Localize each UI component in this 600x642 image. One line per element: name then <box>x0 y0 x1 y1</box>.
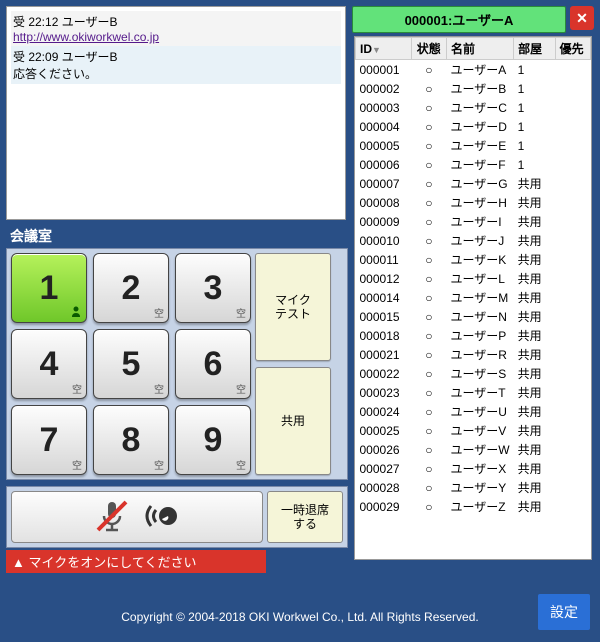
chat-log[interactable]: 受 22:12 ユーザーB http://www.okiworkwel.co.j… <box>6 6 346 220</box>
room-3-button[interactable]: 3空 <box>175 253 251 323</box>
table-row[interactable]: 000028○ユーザーY共用 <box>356 478 591 497</box>
col-name[interactable]: 名前 <box>446 38 513 60</box>
vacant-label: 空 <box>154 381 164 396</box>
table-row[interactable]: 000021○ユーザーR共用 <box>356 345 591 364</box>
table-row[interactable]: 000014○ユーザーM共用 <box>356 288 591 307</box>
user-list[interactable]: ID▼ 状態 名前 部屋 優先 000001○ユーザーA1000002○ユーザー… <box>354 36 592 560</box>
mic-test-button[interactable]: マイク テスト <box>255 253 331 361</box>
table-row[interactable]: 000022○ユーザーS共用 <box>356 364 591 383</box>
table-row[interactable]: 000025○ユーザーV共用 <box>356 421 591 440</box>
leave-button[interactable]: 一時退席 する <box>267 491 343 543</box>
table-row[interactable]: 000004○ユーザーD1 <box>356 117 591 136</box>
table-row[interactable]: 000012○ユーザーL共用 <box>356 269 591 288</box>
vacant-label: 空 <box>236 381 246 396</box>
room-6-button[interactable]: 6空 <box>175 329 251 399</box>
sort-desc-icon: ▼ <box>372 45 381 55</box>
table-row[interactable]: 000006○ユーザーF1 <box>356 155 591 174</box>
room-4-button[interactable]: 4空 <box>11 329 87 399</box>
keypad-area: 12空3空 4空5空6空 7空8空9空 マイク テスト 共用 <box>6 248 348 480</box>
room-5-button[interactable]: 5空 <box>93 329 169 399</box>
shared-room-button[interactable]: 共用 <box>255 367 331 475</box>
col-id[interactable]: ID▼ <box>356 38 412 60</box>
col-status[interactable]: 状態 <box>411 38 446 60</box>
table-row[interactable]: 000015○ユーザーN共用 <box>356 307 591 326</box>
close-button[interactable]: ✕ <box>570 6 594 30</box>
settings-button[interactable]: 設定 <box>538 594 590 630</box>
section-title: 会議室 <box>6 224 348 248</box>
mic-toggle-button[interactable] <box>11 491 263 543</box>
table-row[interactable]: 000005○ユーザーE1 <box>356 136 591 155</box>
table-row[interactable]: 000003○ユーザーC1 <box>356 98 591 117</box>
col-priority[interactable]: 優先 <box>555 38 590 60</box>
chat-msg-body: 応答ください。 <box>13 65 339 82</box>
table-row[interactable]: 000023○ユーザーT共用 <box>356 383 591 402</box>
room-1-button[interactable]: 1 <box>11 253 87 323</box>
vacant-label: 空 <box>236 457 246 472</box>
vacant-label: 空 <box>236 305 246 320</box>
table-row[interactable]: 000018○ユーザーP共用 <box>356 326 591 345</box>
vacant-label: 空 <box>72 381 82 396</box>
table-row[interactable]: 000029○ユーザーZ共用 <box>356 497 591 516</box>
chat-msg-header: 受 22:12 ユーザーB <box>13 13 339 30</box>
table-row[interactable]: 000008○ユーザーH共用 <box>356 193 591 212</box>
table-row[interactable]: 000009○ユーザーI共用 <box>356 212 591 231</box>
person-icon <box>70 305 82 320</box>
table-row[interactable]: 000007○ユーザーG共用 <box>356 174 591 193</box>
col-room[interactable]: 部屋 <box>514 38 556 60</box>
table-row[interactable]: 000010○ユーザーJ共用 <box>356 231 591 250</box>
table-row[interactable]: 000024○ユーザーU共用 <box>356 402 591 421</box>
table-row[interactable]: 000001○ユーザーA1 <box>356 60 591 80</box>
chat-msg-link[interactable]: http://www.okiworkwel.co.jp <box>13 30 159 44</box>
vacant-label: 空 <box>154 457 164 472</box>
table-row[interactable]: 000002○ユーザーB1 <box>356 79 591 98</box>
selected-user-label: 000001:ユーザーA <box>352 6 566 33</box>
mic-muted-icon <box>92 496 132 539</box>
room-9-button[interactable]: 9空 <box>175 405 251 475</box>
mic-warning: マイクをオンにしてください <box>6 550 266 573</box>
table-row[interactable]: 000011○ユーザーK共用 <box>356 250 591 269</box>
vacant-label: 空 <box>154 305 164 320</box>
copyright: Copyright © 2004-2018 OKI Workwel Co., L… <box>0 610 600 624</box>
table-row[interactable]: 000026○ユーザーW共用 <box>356 440 591 459</box>
speaking-icon <box>142 496 182 539</box>
table-row[interactable]: 000027○ユーザーX共用 <box>356 459 591 478</box>
room-7-button[interactable]: 7空 <box>11 405 87 475</box>
vacant-label: 空 <box>72 457 82 472</box>
room-2-button[interactable]: 2空 <box>93 253 169 323</box>
chat-msg-header: 受 22:09 ユーザーB <box>13 48 339 65</box>
room-8-button[interactable]: 8空 <box>93 405 169 475</box>
